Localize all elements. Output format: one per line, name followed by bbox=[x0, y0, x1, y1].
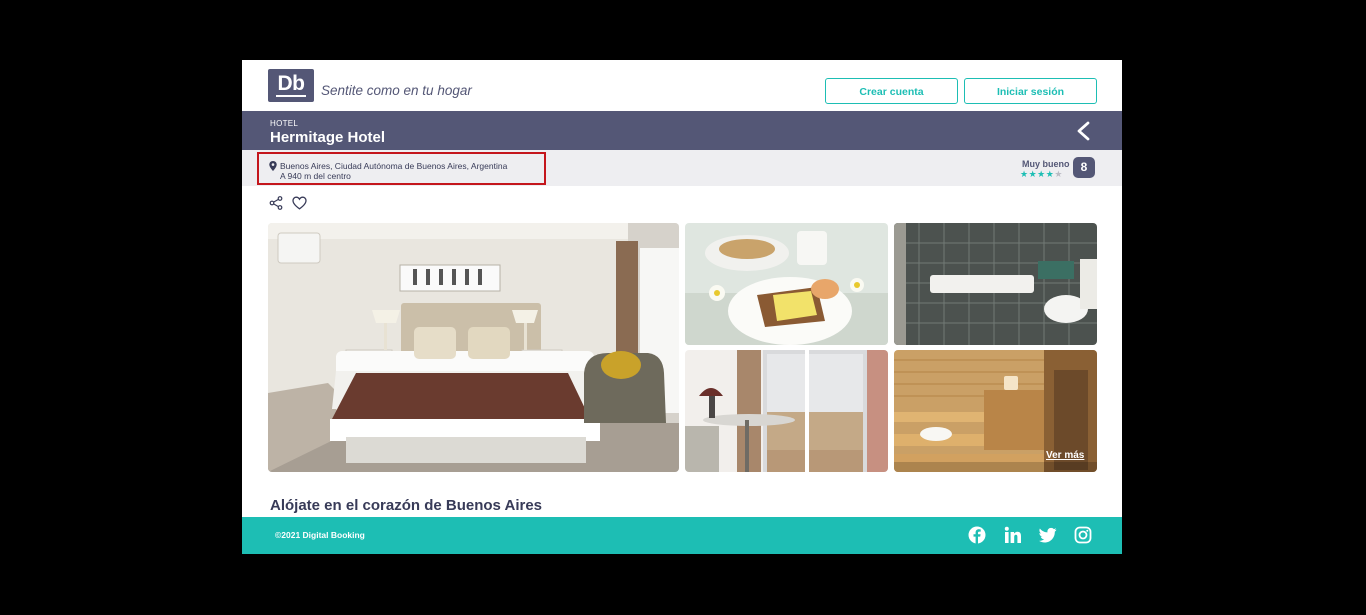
logo[interactable]: Db bbox=[268, 69, 314, 102]
create-account-button[interactable]: Crear cuenta bbox=[825, 78, 958, 104]
instagram-icon[interactable] bbox=[1074, 526, 1092, 544]
hotel-category: HOTEL bbox=[270, 119, 299, 128]
gallery-main-image[interactable] bbox=[268, 223, 679, 472]
share-icon[interactable] bbox=[269, 196, 283, 210]
site-footer: ©2021 Digital Booking bbox=[242, 517, 1122, 554]
location-bar: Buenos Aires, Ciudad Autónoma de Buenos … bbox=[242, 150, 1122, 186]
copyright-text: ©2021 Digital Booking bbox=[275, 530, 365, 540]
rating-stars: ★★★★★ bbox=[1020, 169, 1063, 180]
hotel-title-bar: HOTEL Hermitage Hotel bbox=[242, 111, 1122, 150]
login-button[interactable]: Iniciar sesión bbox=[964, 78, 1097, 104]
location-address: Buenos Aires, Ciudad Autónoma de Buenos … bbox=[280, 161, 508, 171]
star-empty-icon: ★ bbox=[1054, 169, 1063, 179]
section-title: Alójate en el corazón de Buenos Aires bbox=[270, 497, 543, 514]
linkedin-icon[interactable] bbox=[1004, 526, 1022, 544]
logo-underline bbox=[276, 95, 306, 97]
star-icon: ★ bbox=[1028, 169, 1038, 179]
location-distance: A 940 m del centro bbox=[280, 171, 351, 181]
site-header: Db Sentite como en tu hogar Crear cuenta… bbox=[242, 60, 1122, 111]
gallery-image-breakfast[interactable] bbox=[685, 223, 888, 345]
logo-text: Db bbox=[277, 72, 306, 95]
star-icon: ★ bbox=[1037, 169, 1046, 179]
rating-label: Muy bueno bbox=[1022, 159, 1070, 169]
gallery-image-dining-area[interactable] bbox=[685, 350, 888, 472]
facebook-icon[interactable] bbox=[968, 526, 986, 544]
location-pin-icon bbox=[269, 161, 277, 171]
page: Db Sentite como en tu hogar Crear cuenta… bbox=[242, 60, 1122, 554]
rating-score-badge: 8 bbox=[1073, 157, 1095, 178]
back-arrow-icon[interactable] bbox=[1074, 121, 1094, 141]
star-icon: ★ bbox=[1020, 169, 1029, 179]
twitter-icon[interactable] bbox=[1039, 526, 1057, 544]
hotel-name: Hermitage Hotel bbox=[270, 129, 386, 146]
heart-icon[interactable] bbox=[292, 196, 307, 210]
slogan: Sentite como en tu hogar bbox=[321, 83, 472, 98]
see-more-link[interactable]: Ver más bbox=[1046, 450, 1084, 461]
gallery-image-bathroom[interactable] bbox=[894, 223, 1097, 345]
